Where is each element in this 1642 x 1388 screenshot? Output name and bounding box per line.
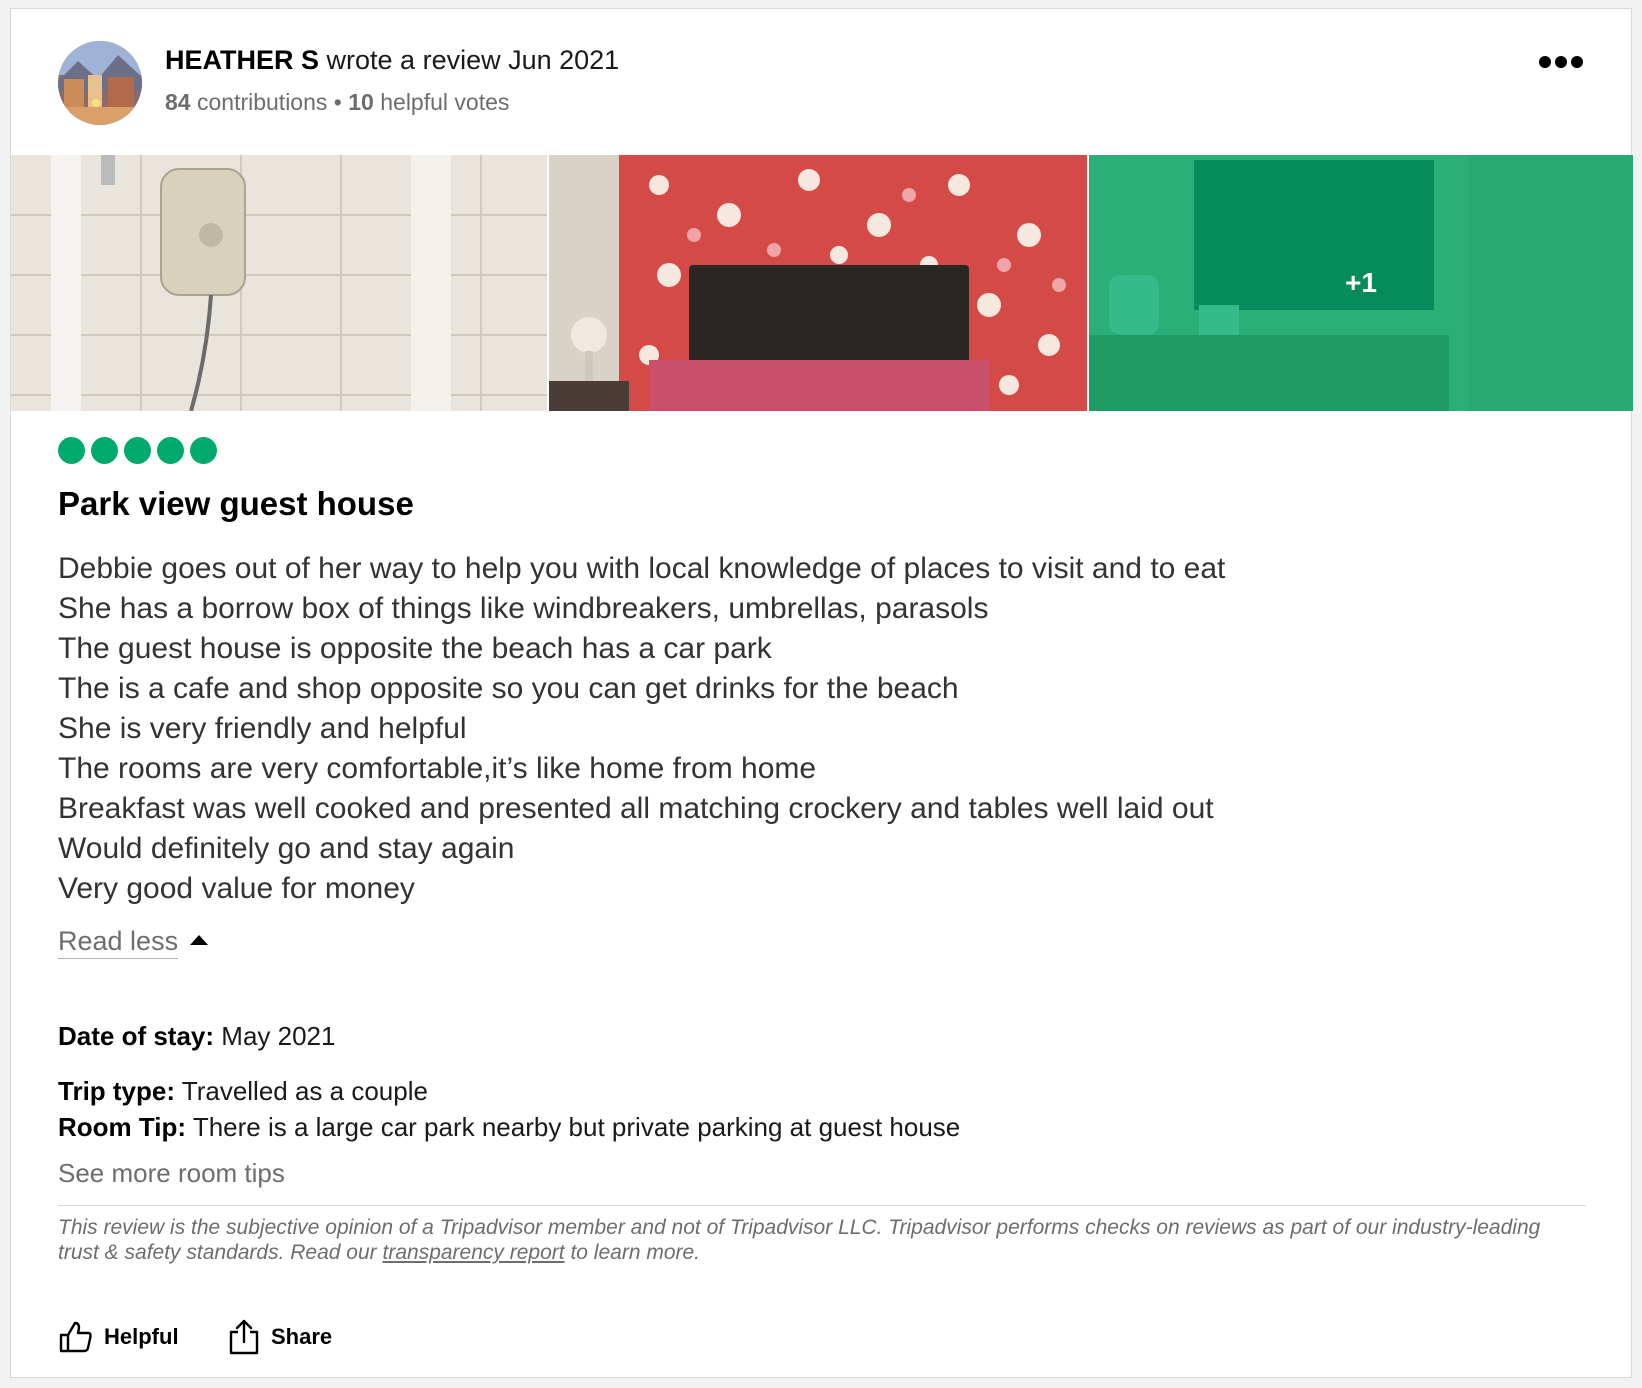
review-body-line: Very good value for money bbox=[58, 872, 415, 905]
review-body-line: Breakfast was well cooked and presented … bbox=[58, 792, 1214, 825]
review-body-line: She is very friendly and helpful bbox=[58, 712, 467, 745]
date-of-stay: Date of stay: May 2021 bbox=[58, 1021, 335, 1052]
see-more-room-tips-link[interactable]: See more room tips bbox=[58, 1158, 285, 1189]
rating-bubble bbox=[190, 437, 217, 464]
share-label: Share bbox=[271, 1324, 333, 1349]
more-photos-count: +1 bbox=[1345, 267, 1377, 298]
review-body-line: Would definitely go and stay again bbox=[58, 832, 515, 865]
review-title: Park view guest house bbox=[58, 485, 414, 522]
section-divider bbox=[58, 1205, 1586, 1206]
bubble-rating bbox=[58, 437, 217, 464]
room-tip: Room Tip: There is a large car park near… bbox=[58, 1112, 960, 1143]
user-avatar[interactable] bbox=[58, 41, 142, 125]
review-card: HEATHER S wrote a review Jun 2021 84 con… bbox=[10, 8, 1633, 1378]
review-photo-shower[interactable] bbox=[11, 155, 547, 411]
author-stats: 84 contributions • 10 helpful votes bbox=[165, 89, 509, 116]
date-of-stay-value: May 2021 bbox=[221, 1021, 336, 1051]
thumbs-up-icon bbox=[59, 1321, 92, 1353]
share-icon bbox=[229, 1319, 259, 1355]
review-photo-bedroom[interactable] bbox=[549, 155, 1087, 411]
rating-bubble bbox=[91, 437, 118, 464]
read-less-label: Read less bbox=[58, 926, 179, 959]
contributions-count: 84 bbox=[165, 89, 191, 115]
room-tip-value: There is a large car park nearby but pri… bbox=[192, 1112, 961, 1142]
trip-type-value: Travelled as a couple bbox=[181, 1076, 428, 1106]
room-tip-label: Room Tip: bbox=[58, 1112, 187, 1142]
review-disclaimer: This review is the subjective opinion of… bbox=[58, 1215, 1578, 1265]
contributions-label: contributions bbox=[196, 89, 328, 115]
trip-type: Trip type: Travelled as a couple bbox=[58, 1076, 428, 1107]
review-body-line: She has a borrow box of things like wind… bbox=[58, 592, 989, 625]
review-photo-gallery: +1 bbox=[11, 155, 1633, 411]
review-header: HEATHER S wrote a review Jun 2021 84 con… bbox=[11, 9, 1631, 155]
rating-bubble bbox=[124, 437, 151, 464]
author-name[interactable]: HEATHER S bbox=[165, 45, 319, 75]
review-body-line: The guest house is opposite the beach ha… bbox=[58, 632, 772, 665]
rating-bubble bbox=[58, 437, 85, 464]
read-less-button[interactable]: Read less bbox=[58, 926, 209, 959]
stats-separator: • bbox=[333, 89, 342, 115]
transparency-report-link[interactable]: transparency report bbox=[383, 1241, 565, 1264]
review-body: Debbie goes out of her way to help you w… bbox=[58, 549, 1225, 909]
review-byline: HEATHER S wrote a review Jun 2021 bbox=[165, 45, 619, 76]
review-body-line: The is a cafe and shop opposite so you c… bbox=[58, 672, 959, 705]
shower-photo bbox=[11, 155, 547, 411]
review-action-text: wrote a review Jun 2021 bbox=[326, 45, 620, 75]
avatar-image bbox=[58, 41, 142, 125]
more-options-icon bbox=[1539, 56, 1583, 68]
more-photos-overlay[interactable]: +1 bbox=[1089, 155, 1633, 411]
helpful-votes-label: helpful votes bbox=[380, 89, 510, 115]
more-options-button[interactable] bbox=[1537, 47, 1587, 77]
disclaimer-text-end: to learn more. bbox=[570, 1241, 701, 1264]
review-body-line: The rooms are very comfortable,it’s like… bbox=[58, 752, 817, 785]
date-of-stay-label: Date of stay: bbox=[58, 1021, 215, 1051]
trip-type-label: Trip type: bbox=[58, 1076, 176, 1106]
bedroom-photo bbox=[549, 155, 1087, 411]
review-body-line: Debbie goes out of her way to help you w… bbox=[58, 552, 1226, 585]
share-button[interactable]: Share bbox=[227, 1317, 332, 1357]
helpful-votes-count: 10 bbox=[348, 89, 374, 115]
helpful-button[interactable]: Helpful bbox=[58, 1317, 179, 1357]
helpful-label: Helpful bbox=[104, 1324, 179, 1349]
caret-up-icon bbox=[190, 934, 209, 945]
review-photo-tv-room[interactable]: +1 bbox=[1089, 155, 1633, 411]
disclaimer-text: This review is the subjective opinion of… bbox=[58, 1216, 1541, 1264]
rating-bubble bbox=[157, 437, 184, 464]
